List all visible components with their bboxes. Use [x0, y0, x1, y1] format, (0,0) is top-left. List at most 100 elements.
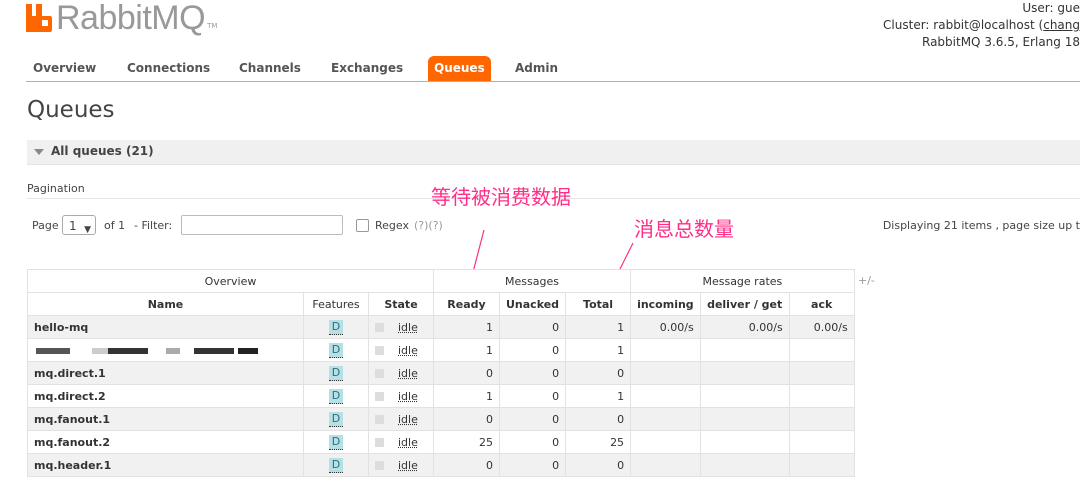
state-label: idle — [398, 366, 418, 380]
chevron-down-icon: ▼ — [84, 225, 91, 235]
durable-badge[interactable]: D — [328, 319, 344, 335]
all-queues-section-toggle[interactable]: All queues (21) — [27, 140, 1080, 165]
col-name[interactable]: Name — [27, 292, 304, 316]
queue-name-link[interactable]: mq.fanout.2 — [27, 430, 304, 454]
total-value: 1 — [565, 338, 632, 362]
tab-exchanges[interactable]: Exchanges — [325, 56, 409, 81]
durable-badge[interactable]: D — [328, 411, 344, 427]
ack-rate — [788, 453, 855, 477]
col-ack[interactable]: ack — [788, 292, 855, 316]
col-unacked[interactable]: Unacked — [498, 292, 567, 316]
durable-badge[interactable]: D — [328, 457, 344, 473]
main-tabs: Overview Connections Channels Exchanges … — [26, 56, 1080, 82]
state-cell: idle — [368, 315, 434, 339]
ack-rate — [788, 338, 855, 362]
change-cluster-link[interactable]: chang — [1043, 18, 1080, 32]
deliver-rate — [699, 361, 790, 385]
durable-badge[interactable]: D — [328, 388, 344, 404]
tab-admin[interactable]: Admin — [509, 56, 564, 81]
tab-connections[interactable]: Connections — [121, 56, 216, 81]
state-label: idle — [398, 320, 418, 334]
unacked-value: 0 — [498, 315, 567, 339]
total-value: 0 — [565, 453, 632, 477]
ready-value: 25 — [433, 430, 500, 454]
page-title: Queues — [27, 97, 115, 123]
ack-rate: 0.00/s — [788, 315, 855, 339]
state-indicator-icon — [375, 438, 384, 447]
ack-rate — [788, 384, 855, 408]
queue-name-link[interactable]: hello-mq — [27, 315, 304, 339]
page-select[interactable]: 1 ▼ — [62, 215, 96, 235]
table-row: hello-mq Didle 1 0 1 0.00/s 0.00/s 0.00/s — [27, 315, 855, 339]
queue-name-link[interactable]: mq.header.1 — [27, 453, 304, 477]
deliver-rate — [699, 407, 790, 431]
durable-badge[interactable]: D — [328, 342, 344, 358]
col-ready[interactable]: Ready — [433, 292, 500, 316]
tab-overview[interactable]: Overview — [27, 56, 102, 81]
state-indicator-icon — [375, 369, 384, 378]
rabbit-logo-icon — [26, 4, 52, 32]
ready-value: 1 — [433, 384, 500, 408]
ready-value: 1 — [433, 338, 500, 362]
total-value: 25 — [565, 430, 632, 454]
login-details: User: gue Cluster: rabbit@localhost (cha… — [883, 0, 1080, 51]
state-indicator-icon — [375, 415, 384, 424]
ready-annotation: 等待被消费数据 — [431, 185, 571, 209]
incoming-rate — [630, 407, 701, 431]
column-toggle[interactable]: +/- — [858, 274, 875, 287]
state-label: idle — [398, 435, 418, 449]
filter-input[interactable] — [181, 215, 343, 235]
col-deliver-get[interactable]: deliver / get — [699, 292, 790, 316]
unacked-value: 0 — [498, 338, 567, 362]
unacked-value: 0 — [498, 430, 567, 454]
state-indicator-icon — [375, 392, 384, 401]
feature-cell: D — [303, 384, 369, 408]
table-row: mq.direct.2 Didle 1 0 1 — [27, 384, 855, 408]
state-cell: idle — [368, 338, 434, 362]
queue-name-redacted[interactable] — [27, 338, 304, 362]
logo-text: RabbitMQ — [56, 0, 206, 37]
user-info: User: gue — [1022, 1, 1080, 15]
queues-table: Overview Messages Message rates Name Fea… — [27, 269, 855, 477]
ack-rate — [788, 430, 855, 454]
table-row: mq.header.1 Didle 0 0 0 — [27, 453, 855, 477]
of-pages-label: of 1 — [104, 219, 126, 232]
deliver-rate: 0.00/s — [699, 315, 790, 339]
incoming-rate — [630, 384, 701, 408]
feature-cell: D — [303, 338, 369, 362]
feature-cell: D — [303, 430, 369, 454]
state-label: idle — [398, 343, 418, 357]
ack-rate — [788, 407, 855, 431]
state-indicator-icon — [375, 323, 384, 332]
queue-name-link[interactable]: mq.direct.1 — [27, 361, 304, 385]
tab-queues[interactable]: Queues — [428, 56, 491, 81]
durable-badge[interactable]: D — [328, 434, 344, 450]
col-total[interactable]: Total — [565, 292, 632, 316]
regex-help-links[interactable]: (?)(?) — [414, 215, 443, 237]
col-incoming[interactable]: incoming — [630, 292, 701, 316]
feature-cell: D — [303, 453, 369, 477]
tab-channels[interactable]: Channels — [233, 56, 307, 81]
deliver-rate — [699, 453, 790, 477]
feature-cell: D — [303, 407, 369, 431]
group-header-overview: Overview — [27, 269, 434, 293]
deliver-rate — [699, 384, 790, 408]
table-row: mq.fanout.1 Didle 0 0 0 — [27, 407, 855, 431]
group-header-messages: Messages — [432, 269, 632, 293]
version-info: RabbitMQ 3.6.5, Erlang 18 — [922, 35, 1080, 49]
ready-value: 1 — [433, 315, 500, 339]
col-state[interactable]: State — [368, 292, 434, 316]
queue-name-link[interactable]: mq.fanout.1 — [27, 407, 304, 431]
state-cell: idle — [368, 407, 434, 431]
regex-checkbox[interactable] — [356, 219, 369, 232]
logo-trademark: TM — [207, 22, 218, 30]
feature-cell: D — [303, 361, 369, 385]
unacked-value: 0 — [498, 453, 567, 477]
queue-name-link[interactable]: mq.direct.2 — [27, 384, 304, 408]
unacked-value: 0 — [498, 384, 567, 408]
durable-badge[interactable]: D — [328, 365, 344, 381]
regex-label: Regex — [375, 219, 409, 232]
incoming-rate — [630, 453, 701, 477]
deliver-rate — [699, 430, 790, 454]
table-row: mq.fanout.2 Didle 25 0 25 — [27, 430, 855, 454]
